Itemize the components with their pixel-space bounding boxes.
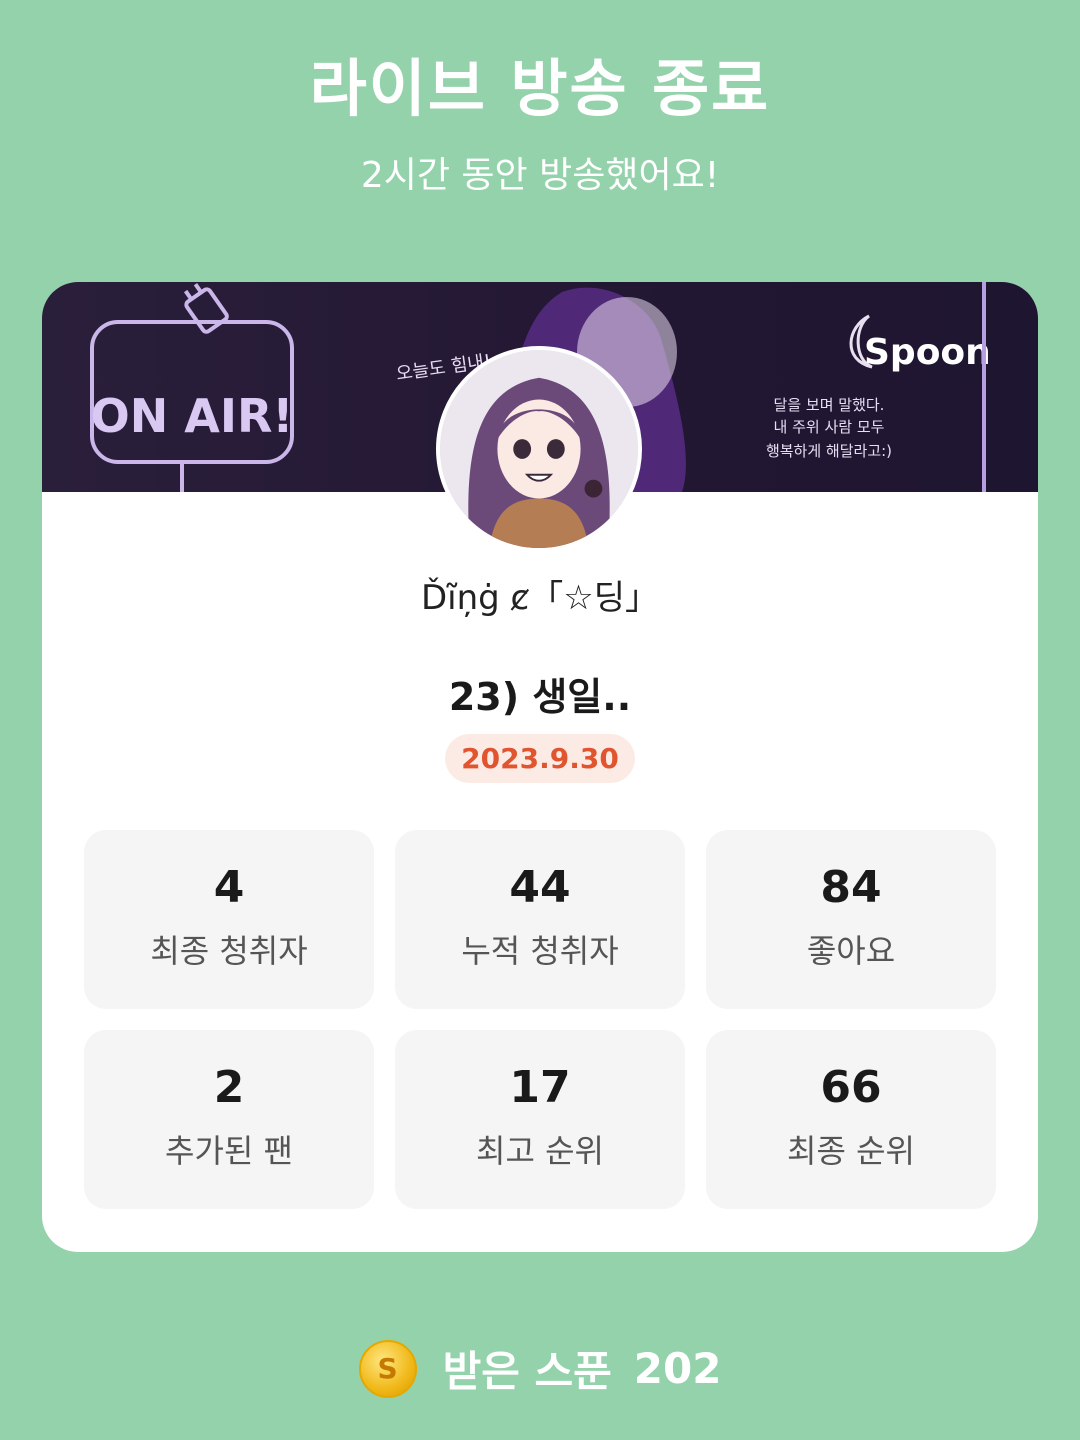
live-title: 23) 생일.. [448, 675, 632, 719]
stat-value: 84 [820, 862, 882, 913]
stat-value: 4 [213, 862, 245, 913]
summary-card: ON AIR! 오늘도 힘내! Spoon 달을 보며 말했다. 내 주위 사람… [42, 282, 1038, 1252]
quote-line: 행복하게 해달라고:) [766, 442, 892, 460]
spoon-coin-icon: S [358, 1339, 417, 1398]
stat-value: 66 [820, 1062, 882, 1113]
stat-best-rank: 17 최고 순위 [395, 1030, 685, 1209]
quote-line: 내 주위 사람 모두 [774, 418, 885, 436]
stats-grid: 4 최종 청취자 44 누적 청취자 84 좋아요 2 추가된 팬 17 최고 … [84, 830, 996, 1209]
received-spoons: S 받은 스푼 202 [0, 1338, 1080, 1399]
stat-value: 2 [213, 1062, 245, 1113]
broadcast-duration: 2시간 동안 방송했어요! [360, 155, 720, 196]
stat-total-listeners: 44 누적 청취자 [395, 830, 685, 1009]
stat-label: 최종 청취자 [150, 932, 308, 970]
stat-value: 44 [509, 862, 571, 913]
stat-label: 최고 순위 [476, 1132, 604, 1170]
broadcast-date-badge: 2023.9.30 [445, 734, 635, 783]
stat-new-fans: 2 추가된 팬 [84, 1030, 374, 1209]
stat-value: 17 [509, 1062, 571, 1113]
quote-line: 달을 보며 말했다. [774, 396, 885, 414]
stat-label: 추가된 팬 [165, 1132, 293, 1170]
username[interactable]: Ďĩņġ ȼ「☆딩」 [42, 570, 1038, 619]
stat-final-listeners: 4 최종 청취자 [84, 830, 374, 1009]
avatar-illustration [440, 350, 638, 548]
received-spoons-label: 받은 스푼 [442, 1347, 612, 1396]
onair-sign-text: ON AIR! [91, 389, 294, 443]
received-spoons-amount: 202 [633, 1344, 722, 1393]
profile-avatar[interactable] [436, 346, 642, 552]
stat-final-rank: 66 최종 순위 [706, 1030, 996, 1209]
stat-label: 좋아요 [806, 932, 896, 970]
page-title: 라이브 방송 종료 [309, 52, 771, 125]
stat-label: 누적 청취자 [461, 932, 619, 970]
stat-label: 최종 순위 [787, 1132, 915, 1170]
spoon-brand-logo: Spoon [864, 332, 991, 373]
stat-likes: 84 좋아요 [706, 830, 996, 1009]
